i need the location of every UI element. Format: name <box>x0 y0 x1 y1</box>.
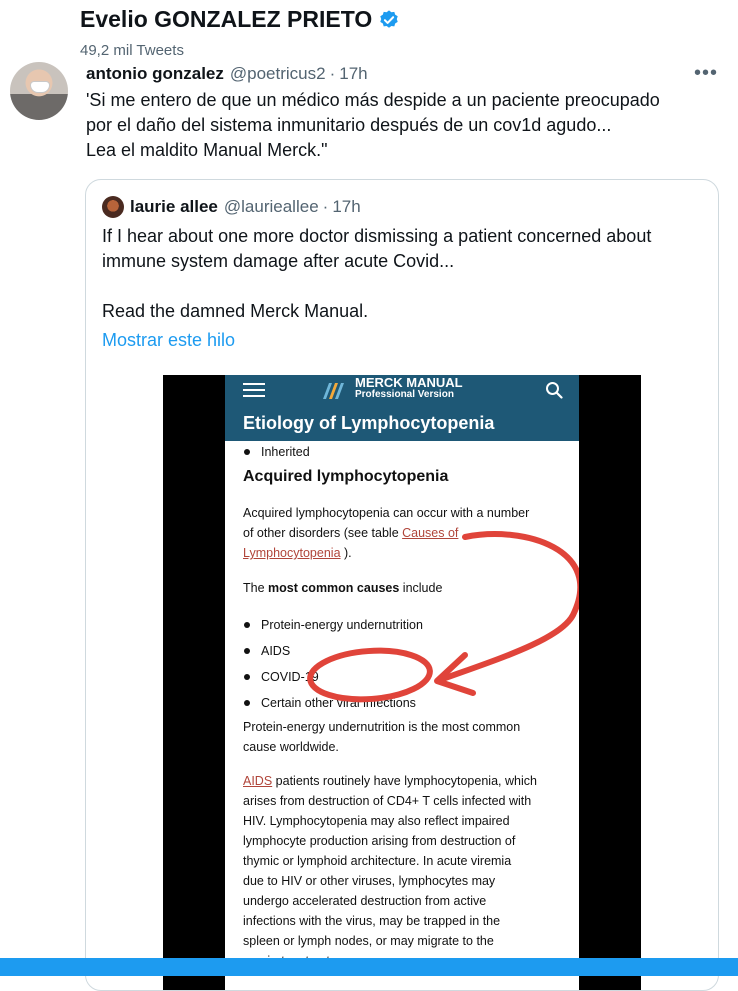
quoted-text-line: immune system damage after acute Covid..… <box>102 251 455 271</box>
para3-line: thymic or lymphoid architecture. In acut… <box>243 854 512 868</box>
merck-top-bar: MERCK MANUAL Professional Version <box>225 375 579 405</box>
profile-name-row: Evelio GONZALEZ PRIETO <box>80 6 400 33</box>
para3-line: spleen or lymph nodes, or may migrate to… <box>243 934 494 948</box>
tweet-header: antonio gonzalez @poetricus2 · 17h ••• <box>86 62 726 86</box>
quoted-text-line <box>102 274 702 299</box>
quoted-time: 17h <box>332 197 361 216</box>
merck-brand-subtitle: Professional Version <box>355 389 454 400</box>
tweet-text-line: Lea el maldito Manual Merck." <box>86 140 328 160</box>
tweet-count: 49,2 mil Tweets <box>80 42 184 59</box>
tweet-time[interactable]: 17h <box>339 64 367 84</box>
quoted-tweet-card[interactable]: laurie allee @laurieallee · 17h If I hea… <box>85 179 719 991</box>
quoted-author-name: laurie allee <box>130 197 218 216</box>
menu-icon <box>243 383 265 397</box>
para3-line: infections with the virus, may be trappe… <box>243 914 501 928</box>
quoted-text-line: If I hear about one more doctor dismissi… <box>102 226 652 246</box>
author-name[interactable]: antonio gonzalez <box>86 64 224 84</box>
merck-brand-title: MERCK MANUAL <box>355 375 463 390</box>
causes-link[interactable]: Causes of <box>402 526 458 540</box>
quoted-tweet-header: laurie allee @laurieallee · 17h <box>102 196 361 218</box>
quoted-avatar <box>102 196 124 218</box>
quoted-author-handle: @laurieallee <box>223 197 319 216</box>
face-mask-shape <box>30 81 50 93</box>
causes-intro-post: include <box>399 581 443 595</box>
para3-line: HIV. Lymphocytopenia may also reflect im… <box>243 814 510 828</box>
merck-manual-screenshot: MERCK MANUAL Professional Version Etiolo… <box>225 375 579 990</box>
quoted-tweet-text: If I hear about one more doctor dismissi… <box>102 224 702 324</box>
para1-text: of other disorders (see table <box>243 526 403 540</box>
section-title: Etiology of Lymphocytopenia <box>243 413 495 433</box>
profile-name: Evelio GONZALEZ PRIETO <box>80 6 373 32</box>
para3-line: due to HIV or other viruses, lymphocytes… <box>243 874 496 888</box>
bottom-accent-bar <box>0 958 738 976</box>
para1-line2: of other disorders (see table Causes of <box>243 523 458 543</box>
para3-line: undergo accelerated destruction from act… <box>243 894 487 908</box>
profile-header: Evelio GONZALEZ PRIETO 49,2 mil Tweets <box>0 0 738 62</box>
aids-link[interactable]: AIDS <box>243 774 272 788</box>
merck-brand: MERCK MANUAL Professional Version <box>355 375 463 401</box>
cause-item: AIDS <box>243 641 290 661</box>
separator-dot: · <box>322 197 329 216</box>
para2-line: Protein-energy undernutrition is the mos… <box>243 720 521 734</box>
avatar[interactable] <box>10 62 68 120</box>
causes-intro-pre: The <box>243 581 269 595</box>
cause-item: COVID-19 <box>244 667 319 687</box>
attached-image[interactable]: MERCK MANUAL Professional Version Etiolo… <box>163 375 641 990</box>
para3-line: lymphocyte production arising from destr… <box>243 834 516 848</box>
para3-first: patients routinely have lymphocytopenia,… <box>272 774 537 788</box>
cause-item: Certain other viral infections <box>244 693 416 713</box>
search-icon <box>546 382 563 399</box>
para3-line: AIDS patients routinely have lymphocytop… <box>243 771 537 791</box>
para1-line1: Acquired lymphocytopenia can occur with … <box>243 506 530 520</box>
para1-line3: Lymphocytopenia ). <box>243 543 352 563</box>
acquired-heading: Acquired lymphocytopenia <box>243 468 449 485</box>
cause-item: Protein-energy undernutrition <box>244 615 423 635</box>
show-thread-link[interactable]: Mostrar este hilo <box>102 330 235 351</box>
para1-end: ). <box>340 546 352 560</box>
tweet-text-line: por el daño del sistema inmunitario desp… <box>86 115 612 135</box>
quoted-text-line: Read the damned Merck Manual. <box>102 301 369 321</box>
merck-logo-icon <box>323 383 344 399</box>
inherited-item: Inherited <box>244 442 310 462</box>
para2-line: cause worldwide. <box>243 740 339 754</box>
separator-dot: · <box>329 64 336 83</box>
para3-line: arises from destruction of CD4+ T cells … <box>243 794 532 808</box>
causes-intro: The most common causes include <box>243 578 442 598</box>
lymphocytopenia-link[interactable]: Lymphocytopenia <box>243 546 341 560</box>
author-handle[interactable]: @poetricus2 <box>230 64 326 84</box>
causes-intro-bold: most common causes <box>268 581 400 595</box>
tweet-text-line: 'Si me entero de que un médico más despi… <box>86 90 660 110</box>
tweet-text: 'Si me entero de que un médico más despi… <box>86 88 716 163</box>
section-title-bar: Etiology of Lymphocytopenia <box>225 405 579 441</box>
more-options-icon[interactable]: ••• <box>694 62 718 85</box>
verified-badge-icon <box>380 9 398 28</box>
